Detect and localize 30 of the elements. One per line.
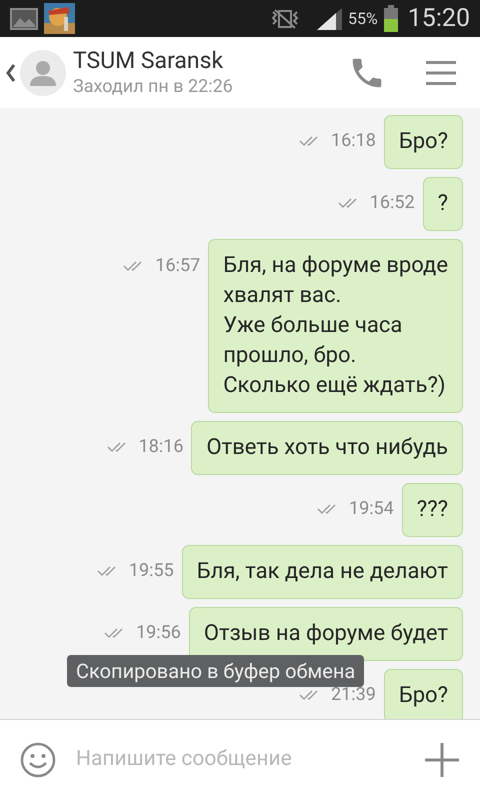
message-bubble[interactable]: Бля, на форуме вроде хвалят вас. Уже больше часа прошло, бро. Сколько ещё ждать?) — [208, 239, 463, 413]
message-input[interactable]: Напишите сообщение — [76, 744, 424, 776]
message-time: 18:16 — [138, 438, 184, 456]
clock: 15:20 — [408, 2, 470, 35]
smiley-icon[interactable] — [20, 742, 56, 778]
image-icon — [10, 6, 38, 30]
battery-icon — [384, 5, 398, 32]
plus-icon[interactable] — [424, 742, 460, 778]
toast: Скопировано в буфер обмена — [67, 655, 364, 687]
battery-percent: 55% — [348, 8, 378, 30]
message-time: 16:57 — [155, 257, 200, 275]
menu-icon[interactable] — [426, 60, 456, 86]
last-seen: Заходил пн в 22:26 — [73, 74, 234, 98]
message-bubble[interactable]: Бро? — [384, 669, 463, 719]
signal-icon — [316, 6, 342, 30]
message-time: 19:55 — [128, 562, 174, 580]
back-icon[interactable] — [6, 64, 16, 82]
message-bubble[interactable]: ??? — [402, 483, 463, 537]
message-bubble[interactable]: Отзыв на форуме будет — [188, 607, 463, 661]
message-bubble[interactable]: Бро? — [384, 115, 463, 169]
message-bubble[interactable]: ? — [422, 177, 463, 231]
message-time: 16:52 — [370, 194, 415, 212]
contact-name: TSUM Saransk — [73, 46, 224, 74]
message-bubble[interactable]: Бля, так дела не делают — [182, 545, 463, 599]
vibrate-off-icon — [270, 8, 300, 30]
message-time: 16:18 — [331, 132, 376, 150]
message-time: 19:56 — [136, 624, 181, 642]
message-time: 19:54 — [348, 500, 394, 518]
message-time: 21:39 — [331, 686, 376, 704]
message-bubble[interactable]: Ответь хоть что нибудь — [191, 421, 463, 475]
